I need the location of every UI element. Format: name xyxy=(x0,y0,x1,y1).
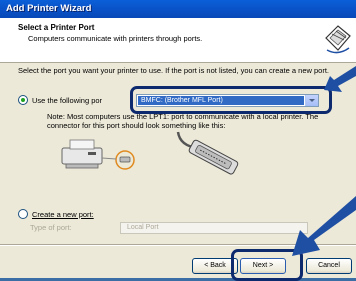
title-bar[interactable]: Add Printer Wizard xyxy=(0,0,356,18)
type-of-port-select[interactable]: Local Port xyxy=(120,222,308,234)
printer-wizard-icon xyxy=(325,25,351,54)
create-new-port-option[interactable]: Create a new port: xyxy=(18,209,94,219)
instruction-text: Select the port you want your printer to… xyxy=(18,66,330,75)
cancel-button[interactable]: Cancel xyxy=(306,258,352,274)
add-printer-wizard-window: Add Printer Wizard Select a Printer Port… xyxy=(0,0,356,281)
window-title: Add Printer Wizard xyxy=(6,3,92,14)
create-port-label: Create a new port: xyxy=(32,209,94,219)
page-subtitle: Computers communicate with printers thro… xyxy=(28,34,203,43)
port-highlight-frame xyxy=(130,86,332,114)
arrow-to-next-icon xyxy=(292,196,356,256)
wizard-header: Select a Printer Port Computers communic… xyxy=(0,18,356,63)
use-port-label: Use the following por xyxy=(32,95,103,105)
arrow-to-port-icon xyxy=(324,66,356,92)
create-port-radio[interactable] xyxy=(18,209,28,219)
use-port-radio[interactable] xyxy=(18,95,28,105)
use-following-port-option[interactable]: Use the following por xyxy=(18,95,102,105)
page-title: Select a Printer Port xyxy=(18,23,95,32)
printer-connector-illustration xyxy=(61,131,239,175)
type-of-port-label: Type of port: xyxy=(30,223,72,232)
